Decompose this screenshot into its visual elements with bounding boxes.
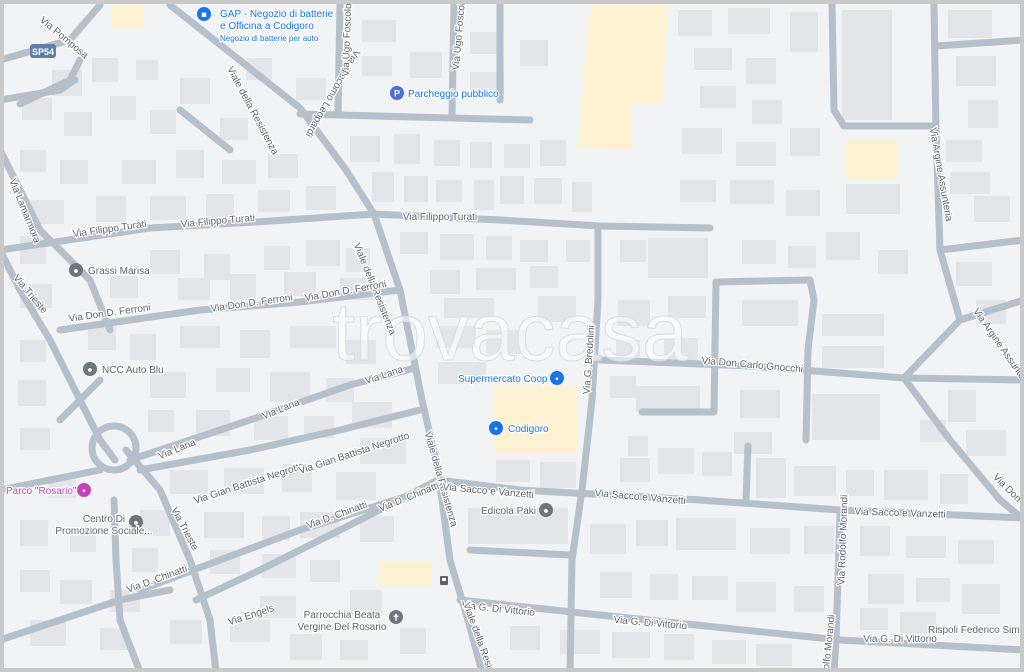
poi-icon-glyph: •: [82, 486, 85, 496]
map-canvas[interactable]: SP54 trovacasa Via Pomposa Viale della Re…: [0, 0, 1024, 672]
map-svg[interactable]: SP54 trovacasa Via PomposaViale della Re…: [0, 0, 1024, 672]
poi-icon-glyph: ●: [87, 365, 92, 375]
poi-label: Codigoro: [508, 424, 549, 435]
poi-label: Rispoli Federico Simon: [928, 625, 1024, 636]
bus-stop-icon[interactable]: [440, 576, 448, 585]
poi-icon-glyph: ●: [543, 506, 548, 516]
poi-icon-glyph: •: [494, 424, 497, 434]
poi-icon-glyph: ■: [201, 10, 206, 20]
poi-label: Negozio di batterie per auto: [220, 34, 319, 43]
poi-label: Edicola Paki: [481, 506, 536, 517]
poi-icon-glyph: ●: [73, 266, 78, 276]
poi-marker[interactable]: • Codigoro: [489, 421, 550, 436]
poi-label: Parco "Rosario": [6, 486, 77, 497]
street-label: Via Filippo Turati: [403, 212, 477, 223]
poi-label: Grassi Marisa: [88, 266, 150, 277]
poi-icon-glyph: ✝: [392, 613, 400, 623]
poi-icon-glyph: P: [394, 89, 400, 99]
poi-label: Supermercato Coop: [458, 374, 548, 385]
poi-marker[interactable]: Rispoli Federico Simon: [927, 624, 1024, 638]
poi-label: Parrocchia Beata: [304, 610, 381, 621]
poi-icon-glyph: •: [555, 374, 558, 384]
poi-label: GAP - Negozio di batterie: [220, 9, 334, 20]
poi-label: e Officina a Codigoro: [220, 21, 314, 32]
street-label: Via G. Di Vittorio: [863, 634, 937, 645]
sp54-shield: SP54: [30, 44, 56, 58]
poi-label: Parcheggio pubblico: [408, 89, 499, 100]
poi-label: Promozione Sociale...: [55, 526, 152, 537]
poi-label: Centro Di: [83, 514, 125, 525]
sp54-label: SP54: [32, 47, 54, 57]
poi-label: Vergine Del Rosario: [298, 622, 387, 633]
poi-marker[interactable]: ● Edicola Paki: [480, 503, 553, 518]
poi-label: NCC Auto Blu: [102, 365, 164, 376]
